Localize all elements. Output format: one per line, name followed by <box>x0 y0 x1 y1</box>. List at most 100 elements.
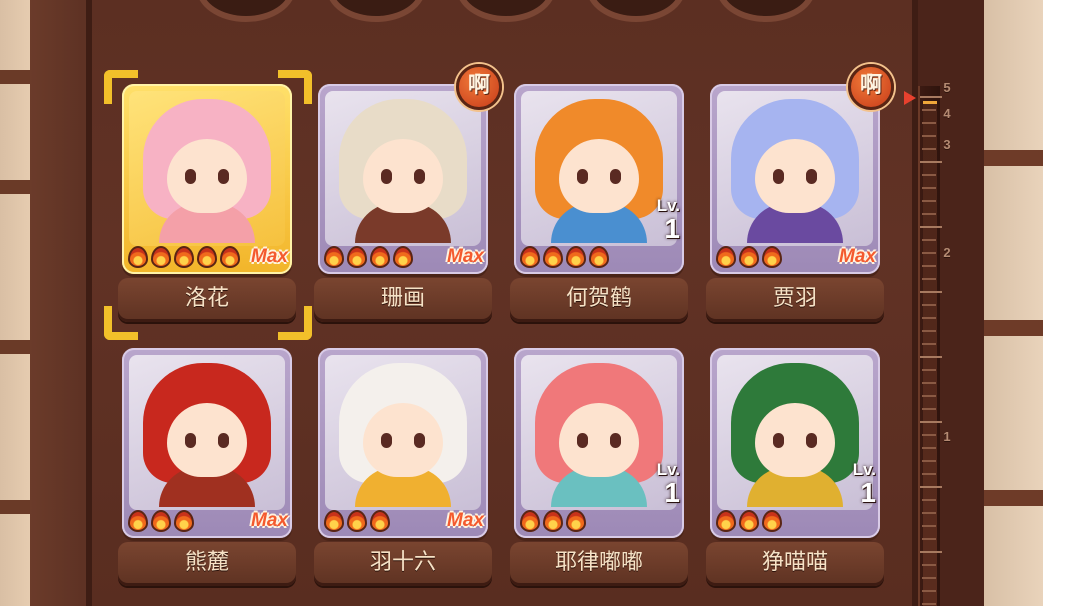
portrait-face <box>167 403 247 477</box>
level-value: 1 <box>664 213 680 244</box>
character-card[interactable]: Lv. 1 何贺鹤 <box>510 84 688 324</box>
star-rank-row: Lv. 1 <box>514 460 684 534</box>
gauge-tick <box>922 577 936 579</box>
flame-icon <box>566 246 586 268</box>
gauge-tick <box>920 486 942 488</box>
gauge-tick <box>920 226 942 228</box>
gauge-pointer-icon <box>904 91 916 105</box>
gauge-tick <box>922 187 936 189</box>
gauge-tick <box>922 590 936 592</box>
max-level-label: Max <box>447 246 484 267</box>
card-frame: Lv. 1 <box>514 348 684 538</box>
character-name: 熊麓 <box>118 542 296 586</box>
reaction-badge[interactable]: 啊 <box>848 64 894 110</box>
character-portrait <box>325 91 481 246</box>
flame-icon <box>174 510 194 532</box>
star-rank-row: Max <box>318 244 488 270</box>
gauge-tick <box>922 304 936 306</box>
portrait-eye <box>381 169 392 184</box>
max-level-label: Max <box>251 246 288 267</box>
gauge-label-2: 2 <box>943 245 951 260</box>
gauge-tick <box>922 434 936 436</box>
character-card[interactable]: Max 羽十六 <box>314 348 492 588</box>
portrait-eye <box>773 169 784 184</box>
character-card[interactable]: Max 啊 贾羽 <box>706 64 894 324</box>
gauge-tick <box>922 564 936 566</box>
flame-icon <box>543 510 563 532</box>
flame-icon <box>739 246 759 268</box>
portrait-face <box>755 403 835 477</box>
card-frame: Max <box>318 84 488 274</box>
portrait-face <box>559 403 639 477</box>
portrait-eye <box>185 433 196 448</box>
gauge-tick <box>922 239 936 241</box>
character-card[interactable]: Lv. 1 狰喵喵 <box>706 348 884 588</box>
portrait-eye <box>806 433 817 448</box>
flame-icon <box>324 246 344 268</box>
card-frame: Max <box>122 84 292 274</box>
page-edge <box>1043 0 1080 606</box>
gauge-label-4: 4 <box>943 106 951 121</box>
character-portrait <box>717 91 873 246</box>
gauge-tick <box>922 525 936 527</box>
portrait-eye <box>414 433 425 448</box>
level-value: 1 <box>664 477 680 508</box>
level-indicator: Lv. 1 <box>836 460 876 512</box>
character-card[interactable]: Max 啊 珊画 <box>314 64 502 324</box>
gauge-label-3: 3 <box>943 137 951 152</box>
character-name: 羽十六 <box>314 542 492 586</box>
reaction-badge[interactable]: 啊 <box>456 64 502 110</box>
card-frame: Lv. 1 <box>514 84 684 274</box>
portrait-face <box>559 139 639 213</box>
max-level-label: Max <box>251 510 288 531</box>
gauge-tick <box>920 551 942 553</box>
portrait-eye <box>577 433 588 448</box>
flame-icon <box>220 246 240 268</box>
gauge-tick <box>922 460 936 462</box>
flame-icon <box>324 510 344 532</box>
flame-icon <box>716 510 736 532</box>
character-name: 何贺鹤 <box>510 278 688 322</box>
character-portrait <box>129 355 285 510</box>
level-indicator: Lv. 1 <box>640 460 680 512</box>
character-name: 贾羽 <box>706 278 884 322</box>
star-rank-row: Max <box>122 244 292 270</box>
character-name: 狰喵喵 <box>706 542 884 586</box>
character-card[interactable]: Max 熊麓 <box>118 348 296 588</box>
gauge-tick <box>922 395 936 397</box>
gauge-tick <box>922 213 936 215</box>
portrait-face <box>167 139 247 213</box>
character-card[interactable]: Max 洛花 <box>118 84 296 324</box>
portrait-eye <box>381 433 392 448</box>
flame-icon <box>762 510 782 532</box>
max-level-label: Max <box>447 510 484 531</box>
flame-icon <box>520 510 540 532</box>
star-rank-row: Lv. 1 <box>514 196 684 270</box>
star-rank-row: Lv. 1 <box>710 460 880 534</box>
portrait-face <box>755 139 835 213</box>
gauge-tick <box>922 252 936 254</box>
gauge-tick <box>920 356 942 358</box>
gauge-tick <box>922 603 936 605</box>
gauge-tick <box>922 369 936 371</box>
gauge-tick <box>922 408 936 410</box>
gauge-tick <box>922 499 936 501</box>
level-gauge-fill <box>923 101 937 606</box>
gauge-tick <box>922 317 936 319</box>
gauge-tick <box>920 96 942 98</box>
portrait-eye <box>414 169 425 184</box>
gauge-tick <box>920 291 942 293</box>
flame-icon <box>739 510 759 532</box>
gauge-tick <box>922 265 936 267</box>
flame-icon <box>174 246 194 268</box>
flame-icon <box>347 246 367 268</box>
card-frame: Max <box>318 348 488 538</box>
level-gauge <box>918 86 942 606</box>
gauge-tick <box>922 278 936 280</box>
star-rank-row: Max <box>710 244 880 270</box>
gauge-tick <box>920 421 942 423</box>
character-card[interactable]: Lv. 1 耶律嘟嘟 <box>510 348 688 588</box>
left-wall <box>0 0 100 606</box>
flame-icon <box>370 246 390 268</box>
gauge-label-1: 1 <box>943 429 951 444</box>
